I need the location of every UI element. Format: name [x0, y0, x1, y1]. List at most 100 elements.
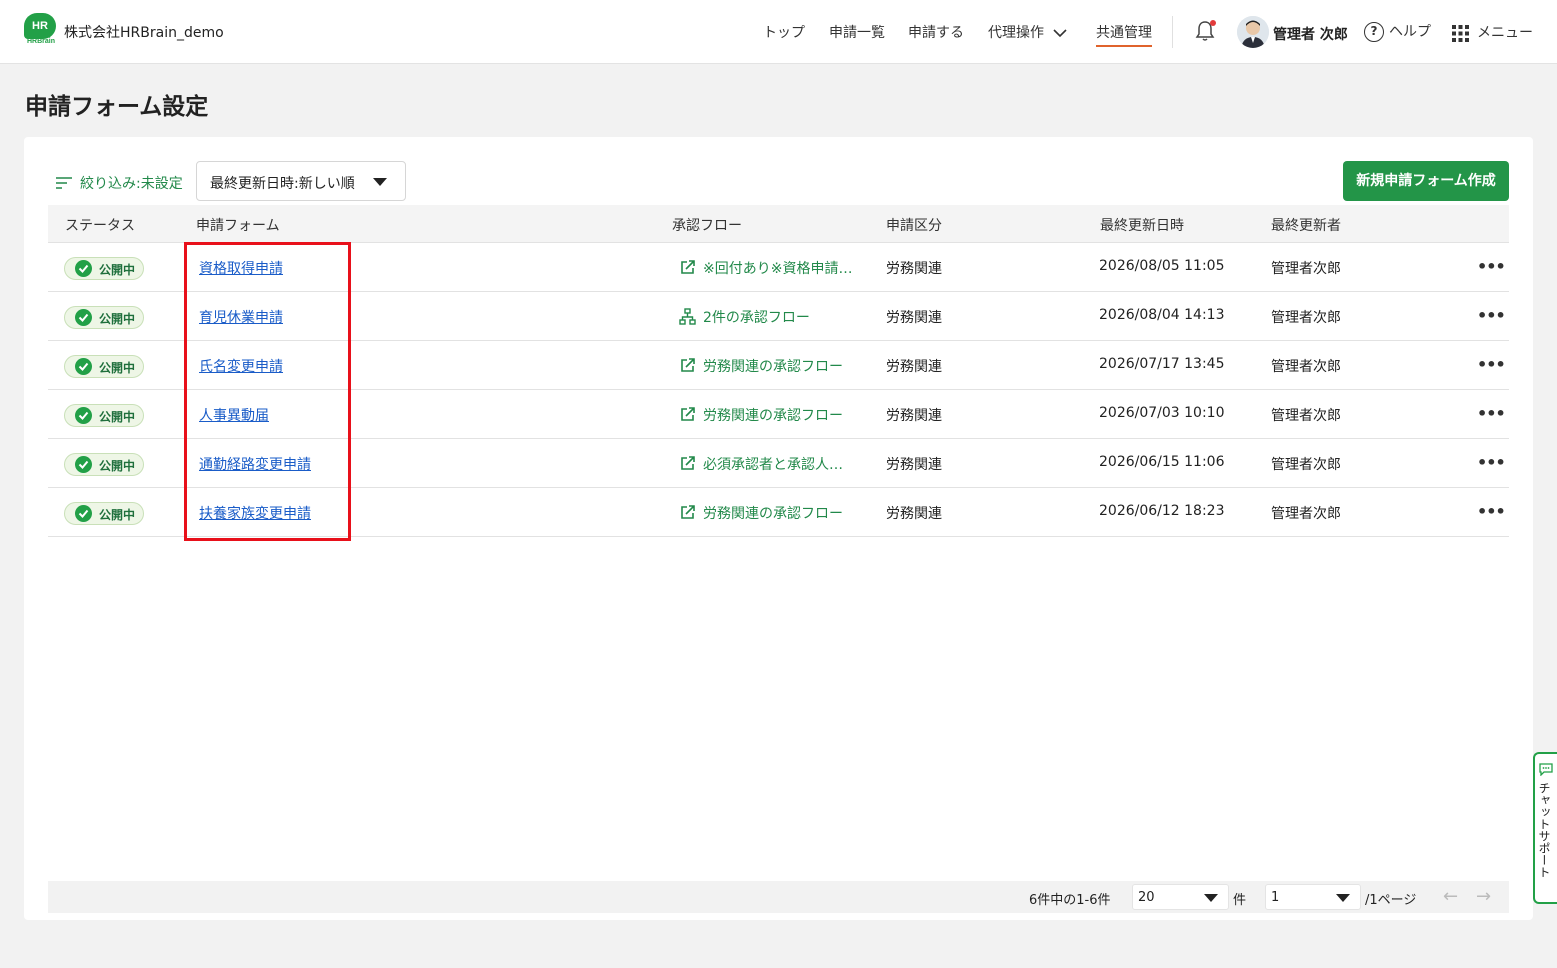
create-form-button[interactable]: 新規申請フォーム作成 [1343, 161, 1509, 201]
nav-proxy-operation[interactable]: 代理操作 [988, 22, 1068, 42]
page-value: 1 [1271, 890, 1280, 905]
dropdown-triangle-icon [1204, 894, 1218, 902]
form-name-link[interactable]: 扶養家族変更申請 [199, 503, 311, 523]
filter-icon [56, 177, 72, 189]
column-header-flow: 承認フロー [672, 218, 742, 234]
category-cell: 労務関連 [886, 359, 942, 375]
form-name-link[interactable]: 通勤経路変更申請 [199, 454, 311, 474]
nav-common-admin[interactable]: 共通管理 [1096, 22, 1152, 47]
app-grid-icon [1452, 24, 1469, 42]
approval-flow-link[interactable]: 労務関連の承認フロー [679, 356, 843, 376]
approval-flow-label: 必須承認者と承認人… [703, 457, 843, 473]
updated-at-cell: 2026/08/04 14:13 [1099, 307, 1225, 323]
dropdown-triangle-icon [373, 178, 387, 186]
more-actions-icon[interactable]: ••• [1477, 257, 1506, 276]
chat-bubble-icon [1539, 763, 1553, 776]
updated-by-cell: 管理者次郎 [1271, 359, 1341, 375]
page-select[interactable]: 1 [1265, 884, 1361, 910]
chat-support-tab[interactable]: チャットサポート [1533, 752, 1557, 904]
approval-flow-link[interactable]: ※回付あり※資格申請… [679, 258, 852, 278]
check-circle-icon [75, 456, 92, 473]
prev-page-arrow-icon[interactable]: ← [1443, 886, 1458, 907]
table-header: ステータス 申請フォーム 承認フロー 申請区分 最終更新日時 最終更新者 [48, 205, 1509, 243]
approval-flow-link[interactable]: 労務関連の承認フロー [679, 503, 843, 523]
sort-value: 最終更新日時:新しい順 [210, 176, 355, 192]
nav-top[interactable]: トップ [763, 22, 805, 42]
updated-at-cell: 2026/07/03 10:10 [1099, 405, 1225, 421]
user-name[interactable]: 管理者 次郎 [1273, 24, 1348, 44]
approval-flow-link[interactable]: 2件の承認フロー [679, 307, 810, 327]
per-page-value: 20 [1138, 890, 1155, 905]
menu-label: メニュー [1477, 25, 1533, 41]
external-link-icon [679, 504, 696, 521]
updated-at-cell: 2026/06/12 18:23 [1099, 503, 1225, 519]
external-link-icon [679, 455, 696, 472]
header-divider [1172, 16, 1173, 48]
category-cell: 労務関連 [886, 408, 942, 424]
result-count: 6件中の1-6件 [1029, 893, 1111, 908]
help-label: ヘルプ [1389, 24, 1431, 40]
more-actions-icon[interactable]: ••• [1477, 355, 1506, 374]
more-actions-icon[interactable]: ••• [1477, 306, 1506, 325]
updated-at-cell: 2026/06/15 11:06 [1099, 454, 1225, 470]
approval-flow-label: 2件の承認フロー [703, 310, 810, 326]
form-name-link[interactable]: 氏名変更申請 [199, 356, 283, 376]
category-cell: 労務関連 [886, 310, 942, 326]
filter-button[interactable]: 絞り込み:未設定 [56, 173, 183, 193]
column-header-updated-at: 最終更新日時 [1100, 218, 1184, 234]
menu-button[interactable]: メニュー [1452, 22, 1533, 42]
approval-flow-link[interactable]: 労務関連の承認フロー [679, 405, 843, 425]
more-actions-icon[interactable]: ••• [1477, 502, 1506, 521]
approval-flow-link[interactable]: 必須承認者と承認人… [679, 454, 843, 474]
filter-label: 絞り込み:未設定 [80, 176, 183, 192]
external-link-icon [679, 259, 696, 276]
nav-proxy-label: 代理操作 [988, 25, 1044, 41]
category-cell: 労務関連 [886, 261, 942, 277]
check-circle-icon [75, 505, 92, 522]
sort-select[interactable]: 最終更新日時:新しい順 [196, 161, 406, 201]
status-badge: 公開中 [64, 306, 144, 329]
form-name-link[interactable]: 人事異動届 [199, 405, 269, 425]
table-row: 公開中 扶養家族変更申請 労務関連の承認フロー 労務関連 2026/06/12 18:2… [48, 488, 1509, 537]
status-badge: 公開中 [64, 453, 144, 476]
per-page-select[interactable]: 20 [1132, 884, 1229, 910]
logo-subtext: HRBrain [26, 38, 55, 45]
status-badge: 公開中 [64, 355, 144, 378]
logo-bubble: HR [24, 13, 56, 39]
page-title: 申請フォーム設定 [25, 94, 209, 120]
form-list-card: 絞り込み:未設定 最終更新日時:新しい順 新規申請フォーム作成 ステータス 申請… [24, 137, 1533, 920]
table-row: 公開中 氏名変更申請 労務関連の承認フロー 労務関連 2026/07/17 13:45 管… [48, 341, 1509, 390]
status-badge: 公開中 [64, 502, 144, 525]
next-page-arrow-icon[interactable]: → [1476, 886, 1491, 907]
updated-by-cell: 管理者次郎 [1271, 408, 1341, 424]
updated-by-cell: 管理者次郎 [1271, 457, 1341, 473]
hrbrain-logo[interactable]: HR HRBrain [24, 13, 58, 47]
avatar[interactable] [1237, 16, 1269, 48]
more-actions-icon[interactable]: ••• [1477, 453, 1506, 472]
status-label: 公開中 [99, 361, 136, 375]
updated-by-cell: 管理者次郎 [1271, 506, 1341, 522]
org-chart-icon [679, 307, 696, 325]
check-circle-icon [75, 407, 92, 424]
help-icon: ? [1364, 22, 1384, 42]
form-name-link[interactable]: 育児休業申請 [199, 307, 283, 327]
check-circle-icon [75, 260, 92, 277]
company-name: 株式会社HRBrain_demo [64, 25, 224, 41]
nav-request-list[interactable]: 申請一覧 [829, 22, 885, 42]
status-badge: 公開中 [64, 257, 144, 280]
page-total: /1ページ [1365, 893, 1417, 908]
help-link[interactable]: ? ヘルプ [1364, 21, 1431, 42]
check-circle-icon [75, 309, 92, 326]
external-link-icon [679, 357, 696, 374]
approval-flow-label: 労務関連の承認フロー [703, 506, 843, 522]
column-header-category: 申請区分 [886, 218, 942, 234]
more-actions-icon[interactable]: ••• [1477, 404, 1506, 423]
form-name-link[interactable]: 資格取得申請 [199, 258, 283, 278]
updated-by-cell: 管理者次郎 [1271, 310, 1341, 326]
notification-bell-icon[interactable] [1195, 20, 1217, 44]
nav-make-request[interactable]: 申請する [908, 22, 964, 42]
notification-dot [1210, 20, 1216, 26]
per-page-unit: 件 [1233, 893, 1247, 908]
approval-flow-label: 労務関連の承認フロー [703, 359, 843, 375]
status-label: 公開中 [99, 263, 136, 277]
